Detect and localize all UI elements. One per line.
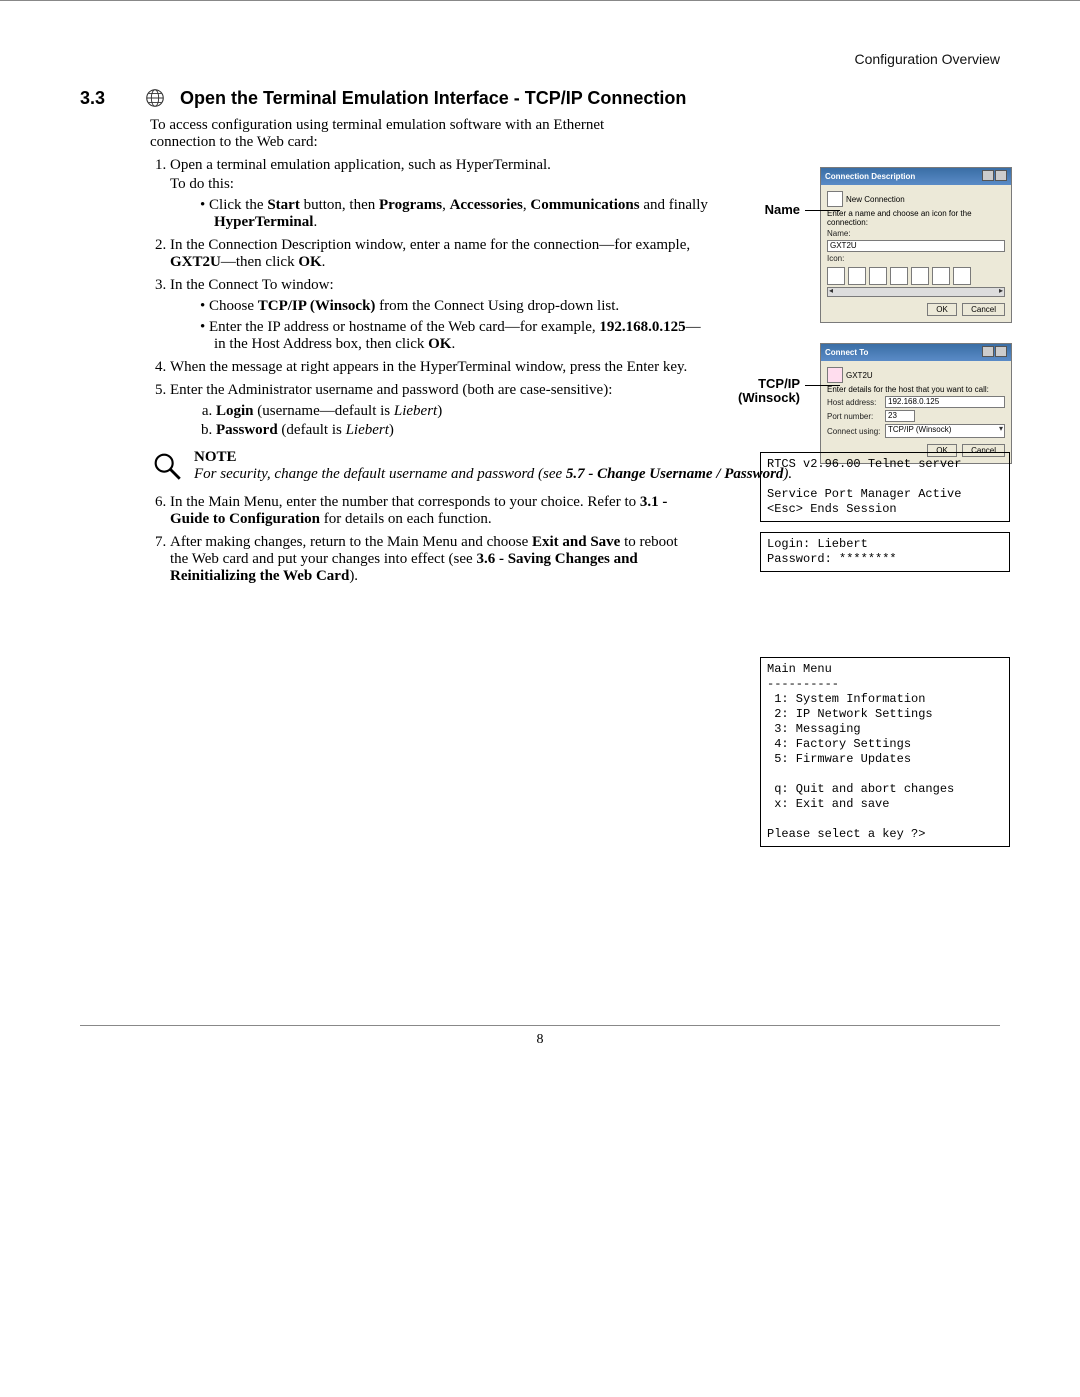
globe-icon — [144, 87, 166, 109]
help-icon — [982, 170, 994, 181]
dialog1-titlebar: Connection Description — [821, 168, 1011, 185]
dialog2-port-input[interactable]: 23 — [885, 410, 915, 422]
new-conn-icon — [827, 191, 843, 207]
dialog2-titlebar: Connect To — [821, 344, 1011, 361]
dialog-connection-description: Connection Description New Connection En… — [820, 167, 1012, 323]
dialog2-port-label: Port number: — [827, 412, 882, 421]
step-5: Enter the Administrator username and pas… — [170, 382, 780, 439]
step-7: After making changes, return to the Main… — [170, 534, 690, 585]
dialog2-prompt: Enter details for the host that you want… — [827, 385, 1005, 394]
dialog-connect-to: Connect To GXT2U Enter details for the h… — [820, 343, 1012, 464]
dialog1-name-label: Name: — [827, 229, 851, 238]
body-column: Connection Description New Connection En… — [150, 117, 1000, 585]
step-4: When the message at right appears in the… — [170, 359, 780, 376]
close-icon — [995, 170, 1007, 181]
step-1-bullet: Click the Start button, then Programs, A… — [200, 197, 710, 231]
magnifier-icon — [150, 449, 184, 488]
dialog2-title-text: Connect To — [825, 348, 868, 357]
dialog1-ok-button[interactable]: OK — [927, 303, 957, 316]
step-3-bullet-2: Enter the IP address or hostname of the … — [200, 319, 710, 353]
dialog1-newconn: New Connection — [846, 195, 905, 204]
note-text: For security, change the default usernam… — [194, 466, 792, 483]
dialog1-cancel-button[interactable]: Cancel — [962, 303, 1005, 316]
header-right: Configuration Overview — [80, 51, 1000, 67]
dialog1-scrollbar[interactable] — [827, 287, 1005, 297]
terminal-login: Login: Liebert Password: ******** — [760, 532, 1010, 572]
dialog1-name-input[interactable]: GXT2U — [827, 240, 1005, 252]
dialog2-host-input[interactable]: 192.168.0.125 — [885, 396, 1005, 408]
note-heading: NOTE — [194, 449, 792, 466]
dialog1-icon-picker[interactable] — [827, 265, 1005, 285]
step-6: In the Main Menu, enter the number that … — [170, 494, 690, 528]
step-3: In the Connect To window: Choose TCP/IP … — [170, 277, 710, 353]
intro-text: To access configuration using terminal e… — [150, 117, 670, 151]
step-2: In the Connection Description window, en… — [170, 237, 710, 271]
dialog2-conn-value: TCP/IP (Winsock) — [888, 425, 951, 434]
section-heading: Open the Terminal Emulation Interface - … — [180, 88, 686, 109]
terminal-telnet-banner: RTCS v2.96.00 Telnet server Service Port… — [760, 452, 1010, 522]
step-5b: Password (default is Liebert) — [216, 422, 780, 439]
label-name: Name — [765, 202, 800, 217]
screenshot-column: Connection Description New Connection En… — [820, 167, 1010, 484]
section-number: 3.3 — [80, 88, 130, 109]
step-5a: Login (username—default is Liebert) — [216, 403, 780, 420]
section-title: 3.3 Open the Terminal Emulation Interfac… — [80, 87, 1000, 109]
dialog2-conn-label: Connect using: — [827, 427, 882, 436]
terminal-main-menu: Main Menu ---------- 1: System Informati… — [760, 657, 1010, 847]
dialog2-conn-select[interactable]: TCP/IP (Winsock) — [885, 424, 1005, 438]
host-icon — [827, 367, 843, 383]
help-icon — [982, 346, 994, 357]
dialog2-host: GXT2U — [846, 371, 873, 380]
dialog1-icon-label: Icon: — [827, 254, 844, 263]
dialog1-title-text: Connection Description — [825, 172, 915, 181]
label-tcpip: TCP/IP(Winsock) — [738, 377, 800, 406]
step-3-bullet-1: Choose TCP/IP (Winsock) from the Connect… — [200, 298, 710, 315]
page-footer: 8 — [80, 1025, 1000, 1048]
dialog1-prompt: Enter a name and choose an icon for the … — [827, 209, 1005, 227]
close-icon — [995, 346, 1007, 357]
dialog2-hostaddr-label: Host address: — [827, 398, 882, 407]
page-number: 8 — [537, 1032, 544, 1047]
step-1: Open a terminal emulation application, s… — [170, 157, 710, 231]
